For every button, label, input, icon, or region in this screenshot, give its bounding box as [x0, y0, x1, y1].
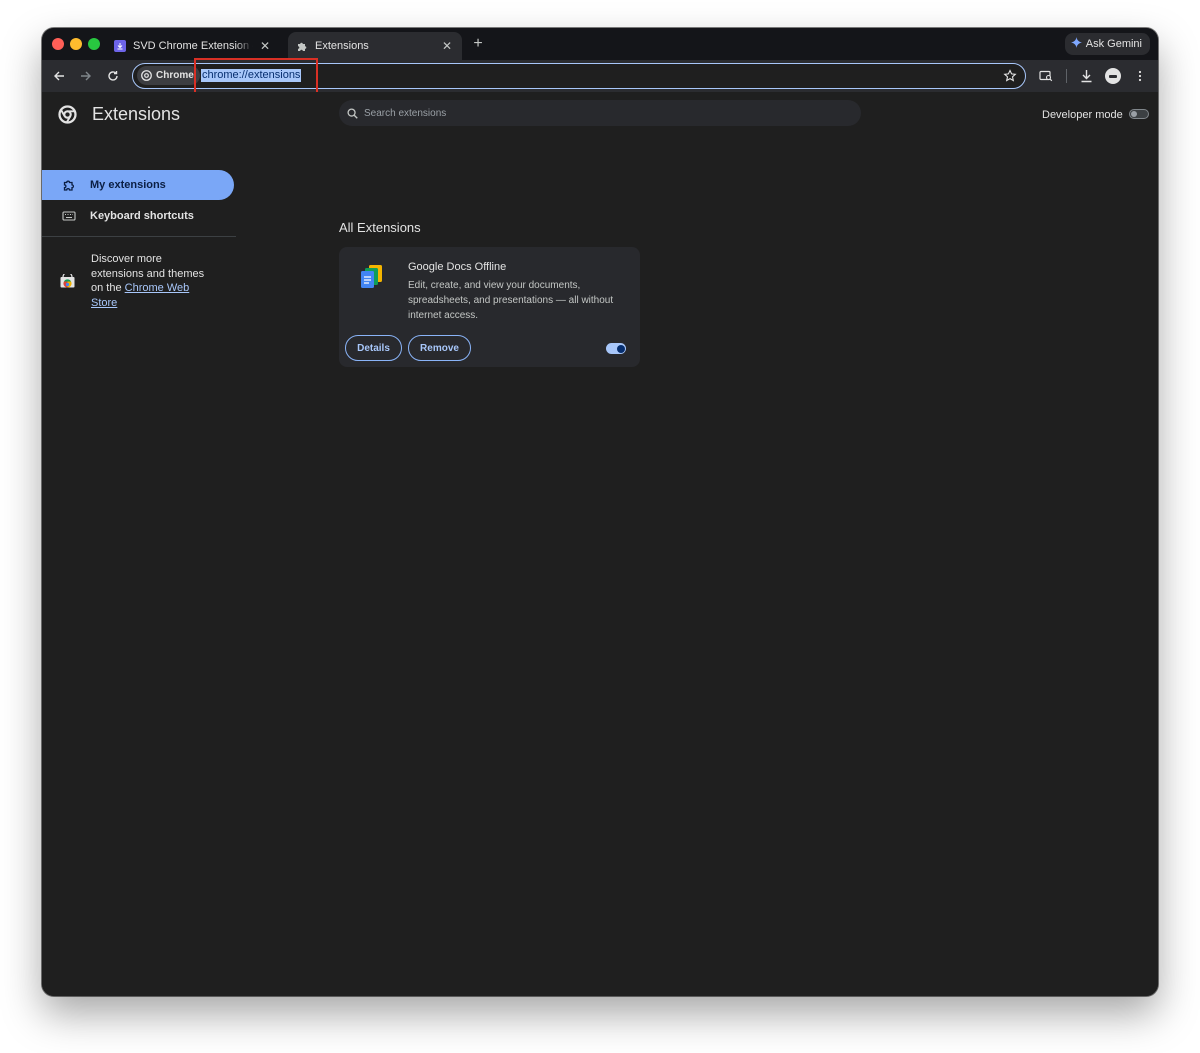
- sidebar-item-keyboard-shortcuts[interactable]: Keyboard shortcuts: [42, 201, 234, 231]
- forward-arrow-icon: [81, 71, 91, 81]
- developer-mode-toggle[interactable]: [1129, 109, 1149, 119]
- reload-button[interactable]: [105, 68, 121, 84]
- close-window-button[interactable]: [52, 38, 64, 50]
- chrome-web-store-icon: [60, 274, 75, 288]
- discover-more-promo: Discover more extensions and themes on t…: [60, 252, 211, 310]
- close-tab-icon[interactable]: ✕: [440, 39, 454, 53]
- browser-window: SVD Chrome Extension — Onl ✕ Extensions …: [42, 28, 1158, 996]
- all-extensions-heading: All Extensions: [339, 220, 421, 235]
- page-header: Extensions: [58, 104, 180, 125]
- maximize-window-button[interactable]: [88, 38, 100, 50]
- search-extensions-input[interactable]: Search extensions: [339, 100, 861, 126]
- developer-mode-label: Developer mode: [1042, 109, 1123, 121]
- page-title: Extensions: [92, 104, 181, 124]
- kebab-menu-icon: [1138, 70, 1142, 82]
- keyboard-icon: [62, 211, 76, 221]
- tab-title: SVD Chrome Extension — Onl: [133, 40, 253, 52]
- tab-extensions[interactable]: Extensions ✕: [288, 32, 462, 60]
- downloads-button[interactable]: [1078, 68, 1094, 84]
- new-tab-button[interactable]: +: [470, 36, 486, 52]
- sidebar-item-label: My extensions: [90, 179, 166, 191]
- details-button[interactable]: Details: [345, 335, 402, 361]
- sidebar-divider: [42, 236, 236, 237]
- sidebar-item-my-extensions[interactable]: My extensions: [42, 170, 234, 200]
- tab-search-button[interactable]: [1038, 68, 1054, 84]
- download-icon: [114, 40, 126, 52]
- gemini-sparkle-icon: [1070, 37, 1082, 51]
- reload-icon: [108, 71, 118, 81]
- close-tab-icon[interactable]: ✕: [258, 39, 272, 53]
- minimize-window-button[interactable]: [70, 38, 82, 50]
- forward-button[interactable]: [78, 68, 94, 84]
- back-arrow-icon: [54, 71, 64, 81]
- tab-svd-chrome-extension[interactable]: SVD Chrome Extension — Onl ✕: [106, 32, 280, 60]
- sidebar-item-label: Keyboard shortcuts: [90, 210, 194, 222]
- puzzle-outline-icon: [63, 180, 74, 191]
- extensions-page: Extensions Search extensions Developer m…: [42, 92, 1158, 996]
- ask-gemini-button[interactable]: Ask Gemini: [1064, 33, 1150, 55]
- extension-name: Google Docs Offline: [408, 261, 507, 273]
- site-info-chip[interactable]: Chrome: [137, 66, 200, 85]
- discover-text: Discover more extensions and themes on t…: [91, 252, 211, 310]
- profile-avatar-icon[interactable]: [1105, 68, 1121, 84]
- bookmark-star-icon[interactable]: [1003, 69, 1017, 83]
- chrome-logo-icon: [58, 105, 77, 124]
- chip-label: Chrome: [156, 70, 194, 81]
- google-docs-offline-icon: [361, 265, 382, 288]
- toolbar-divider: [1066, 69, 1067, 83]
- puzzle-icon: [296, 40, 308, 52]
- more-menu-button[interactable]: [1132, 68, 1148, 84]
- extension-description: Edit, create, and view your documents, s…: [408, 280, 614, 321]
- download-icon: [1081, 70, 1091, 83]
- tab-title: Extensions: [315, 40, 369, 52]
- tab-search-icon: [1039, 70, 1053, 82]
- search-icon: [347, 107, 358, 119]
- chrome-logo-icon: [141, 70, 152, 81]
- back-button[interactable]: [51, 68, 67, 84]
- tab-strip: SVD Chrome Extension — Onl ✕ Extensions …: [42, 28, 1158, 60]
- extension-card: Google Docs Offline Edit, create, and vi…: [339, 247, 640, 367]
- remove-button[interactable]: Remove: [408, 335, 471, 361]
- ask-gemini-label: Ask Gemini: [1085, 38, 1142, 50]
- extension-enabled-toggle[interactable]: [606, 343, 626, 354]
- search-placeholder: Search extensions: [364, 107, 447, 119]
